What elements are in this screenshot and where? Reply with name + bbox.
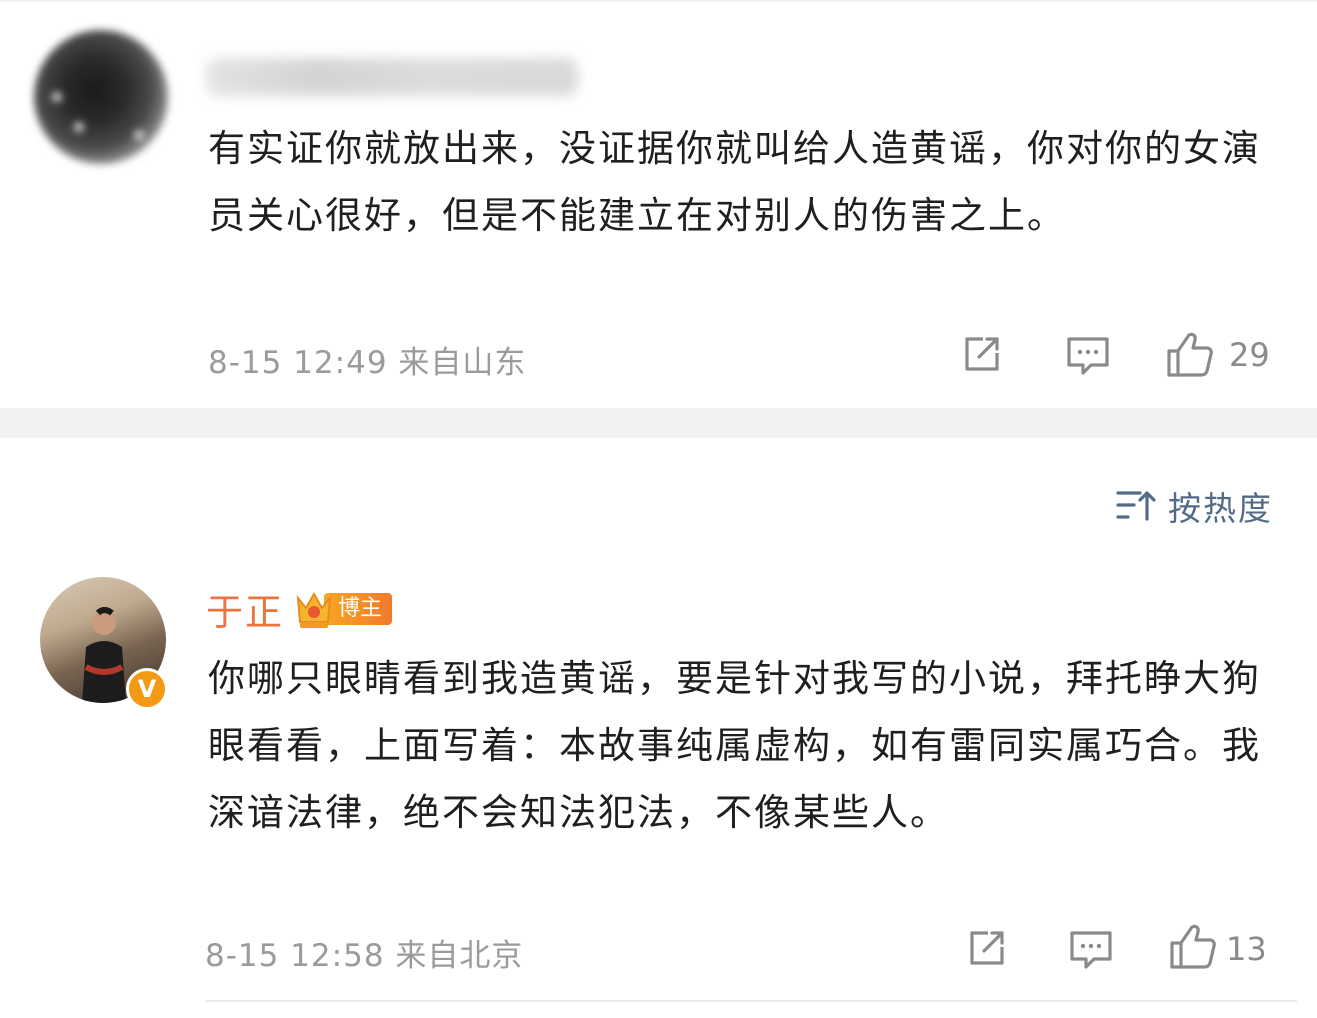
comment-icon[interactable] [1068,927,1114,973]
comment-item: 有实证你就放出来，没证据你就叫给人造黄谣，你对你的女演员关心很好，但是不能建立在… [0,0,1317,408]
sort-label: 按热度 [1168,489,1273,528]
comment-item: V 于正 博主 你哪只眼睛看到我造黄谣，要是针对我写的小说，拜托睁大狗眼看看，上… [0,560,1317,1018]
bottom-divider [205,1000,1297,1002]
sort-by-hotness[interactable]: 按热度 [1116,482,1273,530]
blogger-badge-label: 博主 [324,593,393,625]
share-icon[interactable] [966,927,1008,969]
username-blurred[interactable] [206,58,578,96]
comment-meta: 8-15 12:49 来自山东 [208,345,527,381]
like-count: 13 [1226,930,1267,968]
author-row: 于正 博主 [206,582,393,636]
comment-text: 有实证你就放出来，没证据你就叫给人造黄谣，你对你的女演员关心很好，但是不能建立在… [208,127,1261,237]
verified-v-icon: V [126,668,168,710]
thumbs-up-icon[interactable] [1168,921,1218,971]
person-silhouette [82,607,126,703]
like-count: 29 [1229,336,1270,374]
comment-text: 你哪只眼睛看到我造黄谣，要是针对我写的小说，拜托睁大狗眼看看，上面写着：本故事纯… [208,657,1261,834]
comment-icon[interactable] [1065,333,1111,379]
crown-icon [296,591,332,628]
sort-icon [1116,491,1156,521]
section-separator [0,408,1317,438]
author-name[interactable]: 于正 [206,582,284,636]
blogger-badge: 博主 [294,590,393,628]
avatar[interactable] [34,30,168,164]
share-icon[interactable] [961,333,1003,375]
weibo-comment-screen: 有实证你就放出来，没证据你就叫给人造黄谣，你对你的女演员关心很好，但是不能建立在… [0,0,1317,1018]
comment-meta: 8-15 12:58 来自北京 [205,938,524,974]
thumbs-up-icon[interactable] [1165,329,1215,379]
